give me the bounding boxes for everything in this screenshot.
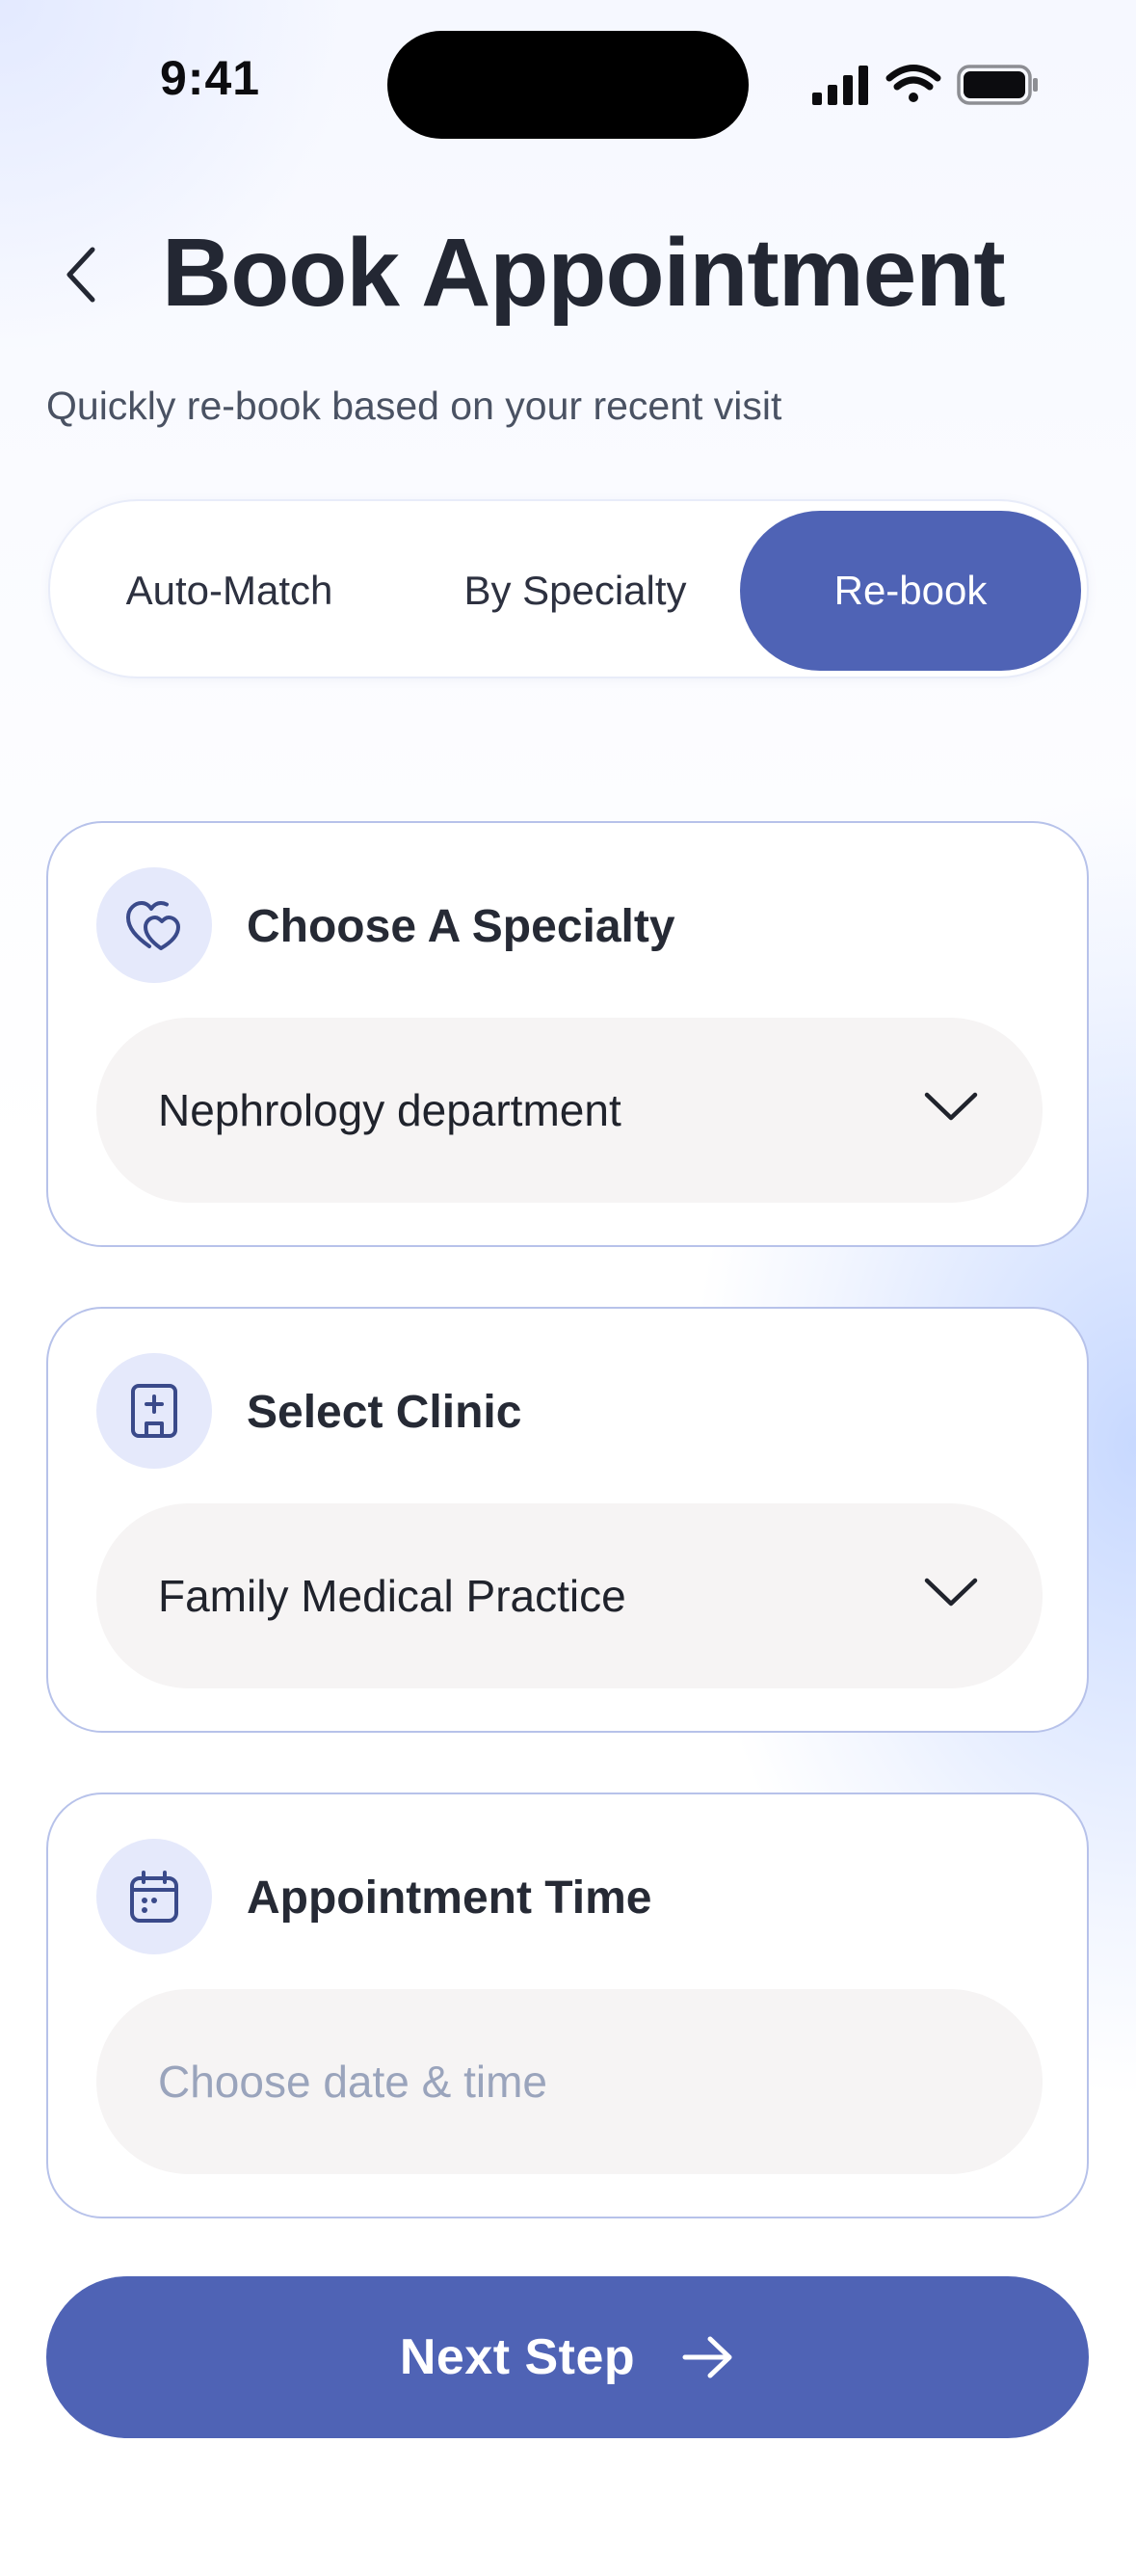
next-step-button[interactable]: Next Step xyxy=(46,2276,1089,2438)
cellular-signal-icon xyxy=(812,66,868,105)
book-appointment-screen: 9:41 Book Appointment Quickly re-book ba… xyxy=(0,0,1136,2576)
back-button[interactable] xyxy=(42,231,119,318)
specialty-card: Choose A Specialty Nephrology department xyxy=(46,821,1089,1247)
date-time-placeholder: Choose date & time xyxy=(158,2057,548,2107)
clinic-selected-value: Family Medical Practice xyxy=(158,1571,626,1621)
specialty-icon-badge xyxy=(96,867,212,983)
page-subtitle: Quickly re-book based on your recent vis… xyxy=(46,384,782,428)
clinic-dropdown[interactable]: Family Medical Practice xyxy=(96,1503,1043,1688)
date-time-input[interactable]: Choose date & time xyxy=(96,1989,1043,2174)
tab-by-specialty[interactable]: By Specialty xyxy=(409,511,742,671)
status-time: 9:41 xyxy=(160,51,261,105)
wifi-icon xyxy=(885,65,941,102)
status-icons xyxy=(812,65,1038,105)
hearts-icon xyxy=(126,901,180,950)
clinic-icon-badge xyxy=(96,1353,212,1469)
specialty-dropdown[interactable]: Nephrology department xyxy=(96,1018,1043,1203)
time-icon-badge xyxy=(96,1839,212,1954)
specialty-selected-value: Nephrology department xyxy=(158,1085,621,1135)
hospital-building-icon xyxy=(131,1384,177,1438)
tab-auto-match[interactable]: Auto-Match xyxy=(58,511,401,671)
appointment-time-card: Appointment Time Choose date & time xyxy=(46,1793,1089,2218)
battery-icon xyxy=(957,65,1038,105)
specialty-card-title: Choose A Specialty xyxy=(247,901,675,952)
next-step-label: Next Step xyxy=(399,2329,636,2385)
arrow-right-icon xyxy=(682,2336,732,2378)
calendar-icon xyxy=(130,1871,178,1923)
booking-mode-tabs: Auto-Match By Specialty Re-book xyxy=(48,499,1089,678)
time-card-title: Appointment Time xyxy=(247,1872,652,1924)
chevron-left-icon xyxy=(66,247,95,303)
tab-re-book[interactable]: Re-book xyxy=(740,511,1081,671)
chevron-down-icon xyxy=(924,1092,978,1121)
page-title: Book Appointment xyxy=(162,219,1006,327)
dynamic-island xyxy=(387,31,749,139)
clinic-card-title: Select Clinic xyxy=(247,1387,522,1438)
clinic-card: Select Clinic Family Medical Practice xyxy=(46,1307,1089,1733)
chevron-down-icon xyxy=(924,1578,978,1607)
